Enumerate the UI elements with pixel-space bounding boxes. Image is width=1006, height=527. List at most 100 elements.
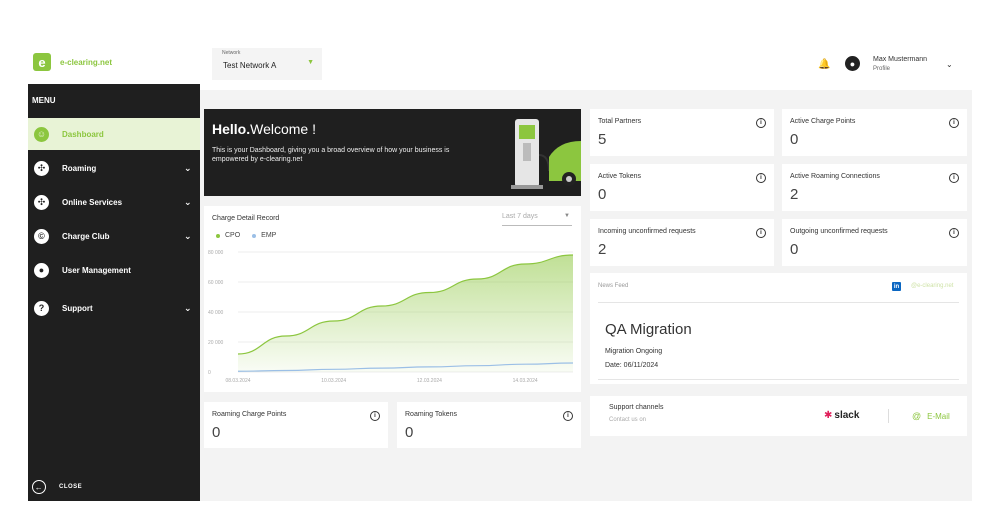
kpi-total-partners[interactable]: Total Partners 5 i (590, 109, 774, 156)
kpi-active-tokens[interactable]: Active Tokens 0 i (590, 164, 774, 211)
sidebar-item-label: User Management (62, 265, 131, 275)
kpi-outgoing-requests[interactable]: Outgoing unconfirmed requests 0 i (782, 219, 967, 266)
legend-item-emp[interactable]: EMP (252, 232, 276, 239)
kpi-active-roaming-connections[interactable]: Active Roaming Connections 2 i (782, 164, 967, 211)
chart-legend: CPO EMP (216, 232, 288, 239)
bell-icon[interactable]: 🔔 (818, 59, 830, 70)
kpi-label: Roaming Tokens (405, 411, 458, 418)
arrow-left-icon: ← (32, 480, 46, 494)
info-icon[interactable]: i (949, 118, 959, 128)
sidebar-item-support[interactable]: ? Support ⌄ (28, 292, 200, 324)
x-tick-label: 12.03.2024 (417, 378, 442, 384)
email-link[interactable]: @ E-Mail (912, 411, 950, 421)
network-select[interactable]: Network Test Network A ▼ (212, 48, 322, 80)
chevron-down-icon: ⌄ (184, 230, 192, 241)
chart-title: Charge Detail Record (212, 215, 280, 222)
info-icon[interactable]: i (756, 228, 766, 238)
app-window: e e-clearing.net MENU ☺ Dashboard ✣ Roam… (28, 40, 972, 501)
kpi-value: 0 (790, 131, 799, 148)
kpi-value: 2 (598, 241, 607, 258)
series-area-cpo (238, 255, 573, 372)
x-tick-label: 14.03.2024 (513, 378, 538, 384)
user-role[interactable]: Profile (873, 66, 890, 72)
kpi-incoming-requests[interactable]: Incoming unconfirmed requests 2 i (590, 219, 774, 266)
news-feed-label: News Feed (598, 283, 629, 289)
info-icon[interactable]: i (949, 228, 959, 238)
logo[interactable]: e e-clearing.net (28, 40, 200, 84)
legend-dot (252, 233, 257, 238)
sidebar-item-user-management[interactable]: ● User Management (28, 254, 200, 286)
legend-label: CPO (225, 232, 241, 239)
y-tick-label: 0 (208, 370, 211, 376)
user-name[interactable]: Max Mustermann (873, 56, 927, 63)
at-sign-icon: @ (912, 411, 922, 421)
info-icon[interactable]: i (756, 173, 766, 183)
welcome-text: This is your Dashboard, giving you a bro… (212, 147, 450, 163)
news-date: Date: 06/11/2024 (605, 362, 659, 369)
range-select[interactable]: Last 7 days ▼ (502, 213, 572, 226)
support-channels-card: Support channels Contact us on ✱ slack @… (590, 396, 967, 436)
divider (598, 302, 959, 303)
info-icon[interactable]: i (949, 173, 959, 183)
sidebar-close-button[interactable]: ← CLOSE (32, 480, 82, 494)
charger-car-illustration (511, 119, 581, 189)
welcome-title-bold: Hello. (212, 121, 251, 137)
welcome-title-rest: Welcome ! (250, 121, 316, 137)
divider (888, 409, 889, 423)
news-feed-card: News Feed in @e-clearing.net QA Migratio… (590, 273, 967, 384)
news-title[interactable]: QA Migration (605, 321, 692, 338)
sidebar: e e-clearing.net MENU ☺ Dashboard ✣ Roam… (28, 40, 200, 501)
close-label: CLOSE (59, 484, 83, 490)
sidebar-item-roaming[interactable]: ✣ Roaming ⌄ (28, 152, 200, 184)
kpi-label: Active Tokens (598, 173, 642, 180)
range-value: Last 7 days (502, 213, 538, 220)
chevron-down-icon: ⌄ (184, 302, 192, 313)
divider (598, 379, 959, 380)
chart-card: Charge Detail Record Last 7 days ▼ CPO E… (204, 206, 581, 392)
sidebar-item-label: Dashboard (62, 129, 104, 139)
slack-link[interactable]: ✱ slack (824, 410, 859, 421)
info-icon[interactable]: i (756, 118, 766, 128)
email-label: E-Mail (927, 411, 950, 421)
support-title: Support channels (609, 404, 664, 411)
avatar[interactable]: ● (845, 56, 860, 71)
brand-name: e-clearing.net (60, 57, 113, 67)
menu-title: MENU (32, 96, 56, 105)
kpi-value: 0 (598, 186, 607, 203)
kpi-label: Roaming Charge Points (212, 411, 287, 418)
chevron-down-icon: ⌄ (184, 196, 192, 207)
info-icon[interactable]: i (370, 411, 380, 421)
y-tick-label: 60 000 (208, 280, 224, 286)
sidebar-item-label: Online Services (62, 197, 123, 207)
x-tick-label: 08.03.2024 (225, 378, 250, 384)
caret-down-icon: ▼ (564, 213, 570, 219)
kpi-label: Total Partners (598, 118, 642, 125)
kpi-value: 2 (790, 186, 799, 203)
support-icon: ? (34, 300, 49, 316)
x-tick-label: 10.03.2024 (321, 378, 346, 384)
chevron-down-icon[interactable]: ⌄ (946, 60, 953, 69)
kpi-active-charge-points[interactable]: Active Charge Points 0 i (782, 109, 967, 156)
dashboard-icon: ☺ (34, 126, 49, 142)
sidebar-item-charge-club[interactable]: © Charge Club ⌄ (28, 220, 200, 252)
sidebar-item-dashboard[interactable]: ☺ Dashboard (28, 118, 200, 150)
linkedin-handle[interactable]: @e-clearing.net (911, 283, 953, 289)
user-management-icon: ● (34, 262, 49, 278)
sidebar-item-label: Charge Club (62, 231, 110, 241)
kpi-roaming-charge-points[interactable]: Roaming Charge Points 0 i (204, 402, 388, 448)
kpi-value: 0 (212, 424, 221, 441)
welcome-title: Hello.Welcome ! (212, 121, 316, 137)
slack-label: slack (834, 410, 860, 421)
header: Network Test Network A ▼ 🔔 ● Max Musterm… (200, 40, 972, 90)
linkedin-icon[interactable]: in (892, 282, 901, 291)
chevron-down-icon: ⌄ (184, 162, 192, 173)
y-tick-label: 40 000 (208, 310, 224, 316)
online-services-icon: ✣ (34, 194, 49, 210)
sidebar-item-label: Roaming (62, 163, 97, 173)
sidebar-item-online-services[interactable]: ✣ Online Services ⌄ (28, 186, 200, 218)
logo-icon: e (33, 53, 51, 71)
y-tick-label: 80 000 (208, 250, 224, 256)
kpi-roaming-tokens[interactable]: Roaming Tokens 0 i (397, 402, 581, 448)
legend-item-cpo[interactable]: CPO (216, 232, 240, 239)
info-icon[interactable]: i (563, 411, 573, 421)
